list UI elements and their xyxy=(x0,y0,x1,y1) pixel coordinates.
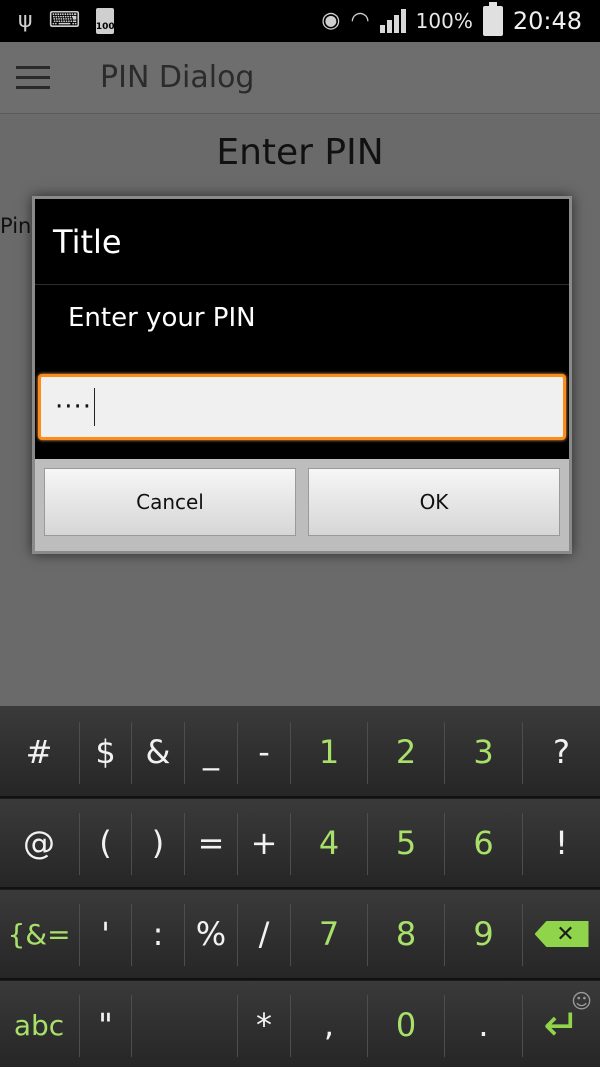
clock: 20:48 xyxy=(512,7,582,35)
keyboard-row-1: # $ & _ - 1 2 3 ? xyxy=(0,708,600,798)
key-at[interactable]: @ xyxy=(0,799,78,887)
keyboard-icon: ⌨ xyxy=(48,8,81,33)
key-percent[interactable]: % xyxy=(185,890,237,978)
key-apostrophe[interactable]: ' xyxy=(80,890,131,978)
action-bar: PIN Dialog xyxy=(0,42,600,114)
key-underscore[interactable]: _ xyxy=(185,708,237,796)
key-double-quote[interactable]: " xyxy=(80,981,131,1067)
key-5[interactable]: 5 xyxy=(368,799,444,887)
key-hash[interactable]: # xyxy=(0,708,78,796)
battery-small-icon: 100 xyxy=(95,8,115,34)
page-heading: Enter PIN xyxy=(216,132,384,173)
key-exclamation[interactable]: ! xyxy=(523,799,600,887)
key-question[interactable]: ? xyxy=(523,708,600,796)
key-dollar[interactable]: $ xyxy=(80,708,131,796)
key-7[interactable]: 7 xyxy=(291,890,367,978)
battery-icon xyxy=(482,2,503,36)
backspace-icon: ✕ xyxy=(534,921,589,947)
action-bar-title: PIN Dialog xyxy=(100,60,255,95)
ok-button[interactable]: OK xyxy=(308,468,560,536)
key-colon[interactable]: : xyxy=(132,890,184,978)
key-minus[interactable]: - xyxy=(238,708,290,796)
pin-input[interactable]: ···· xyxy=(38,374,566,440)
battery-small-text: 100 xyxy=(95,22,115,32)
dialog-button-bar: Cancel OK xyxy=(35,459,569,551)
status-bar: ψ ⌨ 100 ◉ ◠ 100% 20:48 xyxy=(0,0,600,42)
key-6[interactable]: 6 xyxy=(445,799,522,887)
cancel-button[interactable]: Cancel xyxy=(44,468,296,536)
dialog-message: Enter your PIN xyxy=(68,303,256,333)
battery-percent: 100% xyxy=(415,9,473,33)
key-paren-open[interactable]: ( xyxy=(80,799,131,887)
key-8[interactable]: 8 xyxy=(368,890,444,978)
enter-key[interactable]: ☺ ↵ xyxy=(523,981,600,1067)
wifi-icon: ◠ xyxy=(350,8,370,33)
key-asterisk[interactable]: * xyxy=(238,981,290,1067)
pin-label: Pin xyxy=(0,214,32,238)
key-1[interactable]: 1 xyxy=(291,708,367,796)
smiley-icon: ☺ xyxy=(571,989,592,1013)
pin-dialog: Title Enter your PIN ···· Cancel OK xyxy=(32,196,572,554)
keyboard-row-3: {&= ' : % / 7 8 9 ✕ xyxy=(0,890,600,980)
eye-icon: ◉ xyxy=(321,8,341,33)
soft-keyboard: # $ & _ - 1 2 3 ? @ ( ) = + 4 5 6 ! {&= … xyxy=(0,706,600,1067)
key-period[interactable]: . xyxy=(445,981,522,1067)
key-9[interactable]: 9 xyxy=(445,890,522,978)
usb-icon: ψ xyxy=(18,8,33,33)
keyboard-row-2: @ ( ) = + 4 5 6 ! xyxy=(0,799,600,889)
key-plus[interactable]: + xyxy=(238,799,290,887)
key-abc-toggle[interactable]: abc xyxy=(0,981,78,1067)
key-3[interactable]: 3 xyxy=(445,708,522,796)
dialog-title: Title xyxy=(35,199,569,285)
key-2[interactable]: 2 xyxy=(368,708,444,796)
pin-input-value: ···· xyxy=(55,392,93,422)
signal-icon xyxy=(379,9,406,33)
key-comma[interactable]: , xyxy=(291,981,367,1067)
screen: ψ ⌨ 100 ◉ ◠ 100% 20:48 PIN Dialog Enter … xyxy=(0,0,600,1067)
backspace-key[interactable]: ✕ xyxy=(523,890,600,978)
key-ampersand[interactable]: & xyxy=(132,708,184,796)
key-0[interactable]: 0 xyxy=(368,981,444,1067)
key-space[interactable] xyxy=(132,981,237,1067)
key-4[interactable]: 4 xyxy=(291,799,367,887)
text-caret xyxy=(94,388,96,426)
key-equals[interactable]: = xyxy=(185,799,237,887)
key-slash[interactable]: / xyxy=(238,890,290,978)
keyboard-row-4: abc " * , 0 . ☺ ↵ xyxy=(0,981,600,1067)
key-symbols-toggle[interactable]: {&= xyxy=(0,890,78,978)
menu-icon[interactable] xyxy=(16,66,50,89)
key-paren-close[interactable]: ) xyxy=(132,799,184,887)
